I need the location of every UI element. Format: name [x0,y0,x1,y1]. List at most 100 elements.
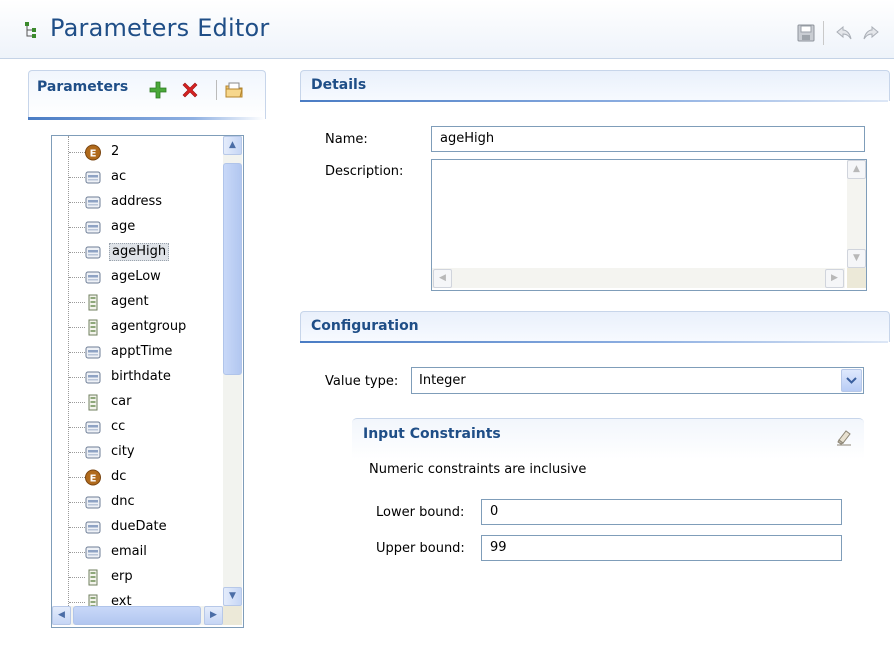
tree-item-label: agent [111,294,149,309]
tree-item-age[interactable]: age [52,215,223,240]
field-icon [85,344,101,361]
tree-item-label: email [111,544,147,559]
tree-connector-line [69,477,85,478]
field-icon [85,369,101,386]
import-icon[interactable] [224,80,244,100]
tree-connector-line [69,177,85,178]
upper-bound-field[interactable]: 99 [481,535,842,561]
tree-item-ac[interactable]: ac [52,165,223,190]
description-label: Description: [325,164,404,179]
tree-item-email[interactable]: email [52,540,223,565]
description-vertical-scrollbar[interactable]: ▲ ▼ [847,160,866,268]
delete-icon[interactable] [180,80,200,100]
scrollbar-corner [847,268,866,288]
tree-item-label: ext [111,594,132,606]
name-field[interactable]: ageHigh [431,126,865,152]
tree-horizontal-scrollbar[interactable]: ◀ ▶ [52,606,223,625]
document-icon [85,319,101,336]
document-icon [85,569,101,586]
page-title: Parameters Editor [50,14,270,42]
input-constraints-title: Input Constraints [363,426,501,442]
scroll-down-arrow[interactable]: ▼ [223,587,242,606]
tree-item-ageLow[interactable]: ageLow [52,265,223,290]
tree-connector-line [69,502,85,503]
tree-item-address[interactable]: address [52,190,223,215]
tree-connector-line [69,202,85,203]
svg-text:E: E [90,149,97,160]
tree-item-label: birthdate [111,369,171,384]
field-icon [85,244,101,261]
scroll-up-arrow[interactable]: ▲ [223,136,242,155]
tree-item-dueDate[interactable]: dueDate [52,515,223,540]
tree-item-label: ageHigh [109,243,170,261]
tree-item-cc[interactable]: cc [52,415,223,440]
document-icon [85,394,101,411]
description-field[interactable]: ▲ ▼ ◀ ▶ [431,159,867,291]
tree-item-label: dueDate [111,519,167,534]
tree-item-dc[interactable]: Edc [52,465,223,490]
scroll-right-arrow[interactable]: ▶ [204,606,223,625]
details-title: Details [311,77,367,93]
field-icon [85,444,101,461]
tree-connector-line [69,377,85,378]
chevron-down-icon [846,377,857,384]
undo-icon[interactable] [835,24,853,42]
tree-item-apptTime[interactable]: apptTime [52,340,223,365]
parameters-section-underline [28,117,264,120]
tree-item-2[interactable]: E2 [52,140,223,165]
tree-item-dnc[interactable]: dnc [52,490,223,515]
tree-connector-line [69,302,85,303]
scroll-left-arrow[interactable]: ◀ [433,269,452,288]
parameters-title: Parameters [37,79,129,95]
add-icon[interactable] [148,80,168,100]
tree-item-ageHigh[interactable]: ageHigh [52,240,223,265]
tree-item-label: ageLow [111,269,161,284]
field-icon [85,219,101,236]
tree-hierarchy-icon [25,22,36,38]
tree-vertical-scrollbar[interactable]: ▲ ▼ [223,136,242,606]
field-icon [85,194,101,211]
tree-item-agent[interactable]: agent [52,290,223,315]
scroll-left-arrow[interactable]: ◀ [52,606,71,625]
tree-item-label: dc [111,469,127,484]
description-horizontal-scrollbar[interactable]: ◀ ▶ [432,268,845,288]
save-icon[interactable] [797,24,815,42]
editor-header: Parameters Editor [0,0,894,59]
parameters-tree[interactable]: E 2 ac address age ageHigh ageLow agent agentgro… [51,135,244,628]
tree-item-label: erp [111,569,133,584]
tree-item-car[interactable]: car [52,390,223,415]
configuration-title: Configuration [311,318,419,334]
eraser-icon[interactable] [836,428,852,446]
scroll-up-arrow[interactable]: ▲ [847,160,866,179]
field-icon [85,494,101,511]
configuration-section-underline [300,341,888,343]
tree-item-city[interactable]: city [52,440,223,465]
scroll-thumb[interactable] [73,606,201,625]
tree-item-label: address [111,194,163,209]
scroll-down-arrow[interactable]: ▼ [847,249,866,268]
lower-bound-field[interactable]: 0 [481,499,842,525]
tree-item-ext[interactable]: ext [52,590,223,606]
toolbar-separator [216,80,217,100]
tree-item-label: apptTime [111,344,173,359]
tree-connector-line [69,602,85,603]
scroll-thumb[interactable] [223,163,242,375]
upper-bound-label: Upper bound: [376,541,465,556]
tree-item-erp[interactable]: erp [52,565,223,590]
value-type-value: Integer [419,373,466,388]
redo-icon[interactable] [862,24,880,42]
tree-item-label: city [111,444,135,459]
document-icon [85,594,101,606]
tree-item-agentgroup[interactable]: agentgroup [52,315,223,340]
tree-item-birthdate[interactable]: birthdate [52,365,223,390]
tree-connector-line [69,427,85,428]
tree-item-label: age [111,219,136,234]
tree-connector-line [69,327,85,328]
tree-connector-line [69,152,85,153]
scroll-right-arrow[interactable]: ▶ [825,269,844,288]
dropdown-button[interactable] [841,369,862,392]
lower-bound-label: Lower bound: [376,505,465,520]
value-type-select[interactable]: Integer [411,367,864,394]
svg-text:E: E [90,474,97,485]
tree-item-label: 2 [111,144,120,159]
